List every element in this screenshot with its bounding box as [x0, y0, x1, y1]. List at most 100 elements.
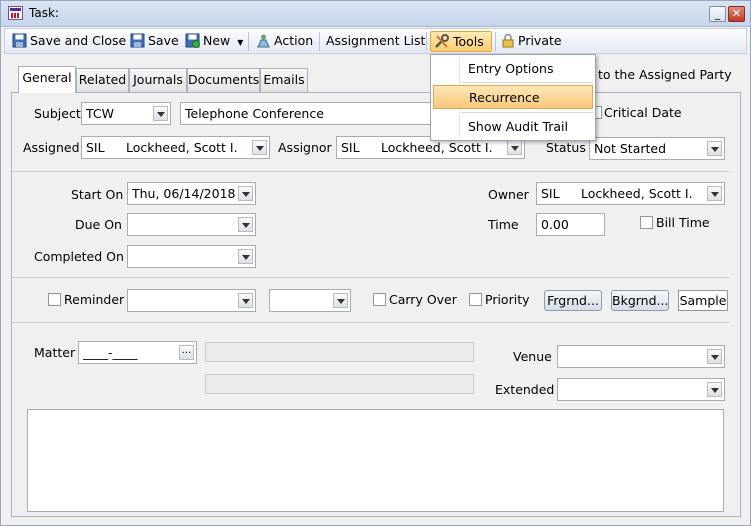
action-label: Action [274, 33, 314, 48]
menu-item-recurrence[interactable]: Recurrence [433, 85, 593, 109]
action-flask-icon [257, 34, 270, 48]
private-label: Private [518, 33, 562, 48]
notes-textarea[interactable] [27, 409, 724, 512]
assigned-party-text: to the Assigned Party [598, 67, 732, 82]
chevron-down-icon[interactable] [153, 106, 168, 121]
assigned-label: Assigned [23, 140, 80, 155]
assigned-select[interactable]: SIL Lockheed, Scott I. [81, 136, 270, 159]
chevron-down-icon[interactable] [238, 217, 253, 232]
new-button[interactable]: New ▼ [182, 31, 246, 52]
toolbar: Save and Close Save New ▼ Action Assignm… [4, 28, 747, 54]
tools-button[interactable]: Tools [430, 31, 492, 52]
save-and-close-label: Save and Close [30, 33, 127, 48]
matter-value: ____-____ [83, 345, 138, 360]
minimize-button[interactable]: _ [709, 6, 726, 22]
assignment-list-button[interactable]: Assignment List [323, 31, 428, 52]
window-title: Task: [29, 6, 59, 20]
status-select[interactable]: Not Started [589, 137, 725, 160]
new-label: New [203, 33, 231, 48]
toolbar-separator [426, 32, 427, 51]
chevron-down-icon[interactable] [707, 382, 722, 397]
tools-wrench-icon [435, 34, 449, 48]
subject-text-field[interactable]: Telephone Conference [180, 102, 432, 125]
tab-related[interactable]: Related [76, 68, 129, 92]
foreground-color-button[interactable]: Frgrnd... [544, 290, 602, 311]
carry-over-checkbox[interactable] [373, 293, 386, 306]
chevron-down-icon: ▼ [237, 38, 244, 47]
toolbar-separator [319, 32, 320, 51]
save-and-close-button[interactable]: Save and Close [9, 31, 129, 52]
reminder-label: Reminder [64, 292, 125, 307]
chevron-down-icon[interactable] [333, 293, 348, 308]
assigned-code: SIL [86, 140, 105, 155]
close-button[interactable]: ✕ [728, 6, 745, 22]
priority-checkbox[interactable] [469, 293, 482, 306]
owner-name: Lockheed, Scott I. [581, 186, 693, 201]
chevron-down-icon[interactable] [707, 186, 722, 201]
tab-general[interactable]: General [18, 66, 76, 93]
chevron-down-icon[interactable] [252, 140, 267, 155]
new-document-icon [185, 33, 200, 48]
app-calendar-icon [8, 6, 23, 20]
extended-label: Extended [495, 382, 555, 397]
menu-item-entry-options[interactable]: Entry Options [433, 57, 593, 81]
matter-client-field [205, 374, 474, 394]
matter-description-field [205, 342, 474, 362]
toolbar-separator [495, 32, 496, 51]
tab-emails[interactable]: Emails [260, 68, 308, 92]
chevron-down-icon[interactable] [707, 141, 722, 156]
matter-label: Matter [34, 345, 76, 360]
save-label: Save [148, 33, 179, 48]
bill-time-label: Bill Time [656, 215, 710, 230]
tab-journals[interactable]: Journals [129, 68, 187, 92]
action-button[interactable]: Action [253, 31, 316, 52]
time-field[interactable]: 0.00 [536, 213, 605, 236]
start-on-label: Start On [71, 187, 124, 202]
private-button[interactable]: Private [498, 31, 565, 52]
subject-label: Subject [34, 106, 81, 121]
status-value: Not Started [594, 141, 667, 156]
section-divider [12, 322, 729, 323]
floppy-disk-icon [130, 33, 145, 48]
assignor-name: Lockheed, Scott I. [381, 140, 493, 155]
owner-select[interactable]: SIL Lockheed, Scott I. [536, 182, 725, 205]
chevron-down-icon[interactable] [707, 349, 722, 364]
owner-code: SIL [541, 186, 560, 201]
menu-separator [461, 82, 593, 83]
chevron-down-icon[interactable] [238, 186, 253, 201]
venue-select[interactable] [557, 345, 725, 368]
completed-on-label: Completed On [34, 249, 124, 264]
critical-date-label: Critical Date [604, 105, 682, 120]
extended-select[interactable] [557, 378, 725, 401]
tools-menu: Entry Options Recurrence Show Audit Trai… [430, 54, 596, 141]
chevron-down-icon[interactable] [238, 249, 253, 264]
menu-item-show-audit-trail[interactable]: Show Audit Trail [433, 115, 593, 139]
save-button[interactable]: Save [127, 31, 182, 52]
toolbar-separator [248, 32, 249, 51]
start-on-value: Thu, 06/14/2018 [132, 186, 236, 201]
reminder-checkbox[interactable] [48, 293, 61, 306]
due-on-label: Due On [75, 217, 122, 232]
chevron-down-icon[interactable] [238, 293, 253, 308]
task-window: Task: _ ✕ Save and Close Save New ▼ Acti… [0, 0, 751, 526]
reminder-date-select[interactable] [127, 289, 256, 312]
start-on-date-field[interactable]: Thu, 06/14/2018 [127, 182, 256, 205]
tab-documents[interactable]: Documents [187, 68, 260, 92]
menu-separator [461, 112, 593, 113]
subject-code-select[interactable]: TCW [81, 102, 171, 125]
floppy-disk-icon [12, 33, 27, 48]
title-bar: Task: _ ✕ [1, 1, 750, 27]
assigned-name: Lockheed, Scott I. [126, 140, 238, 155]
time-label: Time [488, 217, 519, 232]
owner-label: Owner [488, 187, 529, 202]
subject-code-value: TCW [86, 106, 114, 121]
reminder-time-select[interactable] [269, 289, 351, 312]
bill-time-checkbox[interactable] [640, 216, 653, 229]
due-on-date-field[interactable] [127, 213, 256, 236]
ellipsis-icon[interactable]: … [179, 345, 194, 360]
chevron-down-icon[interactable] [507, 140, 522, 155]
matter-field[interactable]: ____-____ … [78, 341, 197, 364]
background-color-button[interactable]: Bkgrnd... [611, 290, 669, 311]
completed-on-date-field[interactable] [127, 245, 256, 268]
tools-label: Tools [453, 34, 484, 49]
